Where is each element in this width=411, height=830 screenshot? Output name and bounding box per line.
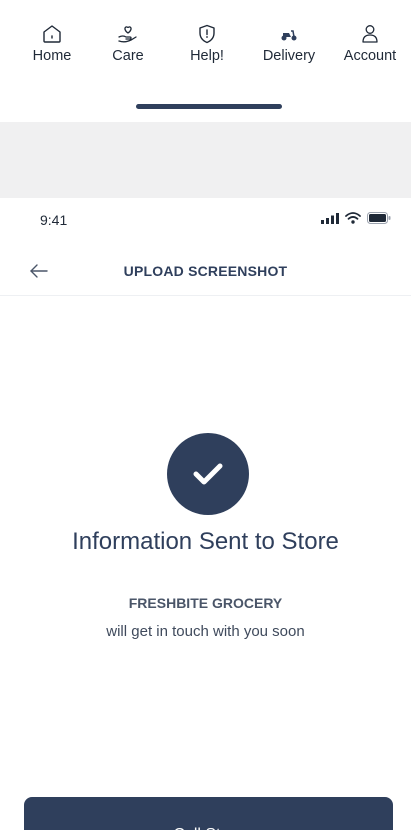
tab-delivery[interactable]: Delivery [249, 24, 329, 64]
tab-account[interactable]: Account [330, 24, 410, 64]
tab-account-label: Account [343, 48, 397, 64]
delivery-scooter-icon [281, 30, 297, 41]
battery-icon [367, 212, 391, 224]
home-indicator [136, 104, 282, 109]
confirmation-headline: Information Sent to Store [72, 528, 339, 555]
tab-care[interactable]: Care [88, 24, 168, 64]
call-store-button[interactable]: Call Store [24, 797, 393, 830]
success-badge [167, 433, 249, 515]
signal-icon [321, 212, 339, 224]
status-time: 9:41 [40, 212, 68, 228]
tab-help[interactable]: Help! [167, 24, 247, 64]
store-name: FRESHBITE GROCERY [128, 595, 283, 611]
tab-care-label: Care [112, 48, 144, 64]
tab-delivery-label: Delivery [262, 48, 316, 64]
tab-home-label: Home [32, 48, 72, 64]
tab-home[interactable]: Home [12, 24, 92, 64]
confirmation-message: will get in touch with you soon [106, 623, 305, 640]
wifi-icon [345, 212, 361, 224]
page-title: UPLOAD SCREENSHOT [123, 263, 288, 279]
tab-help-label: Help! [190, 48, 224, 64]
status-icons [321, 212, 391, 224]
checkmark-icon [193, 463, 223, 485]
care-icon [118, 26, 137, 43]
account-icon [362, 25, 378, 43]
confirmation-screen: 9:41 UPLOAD SCREENSHOT Information Sent … [0, 198, 411, 830]
screen-separator [0, 122, 411, 198]
home-icon [43, 25, 61, 43]
navigation-bar: UPLOAD SCREENSHOT [0, 248, 411, 296]
bottom-tab-bar: Home Care Help! Delivery Account [0, 0, 411, 122]
help-shield-icon [199, 24, 215, 44]
